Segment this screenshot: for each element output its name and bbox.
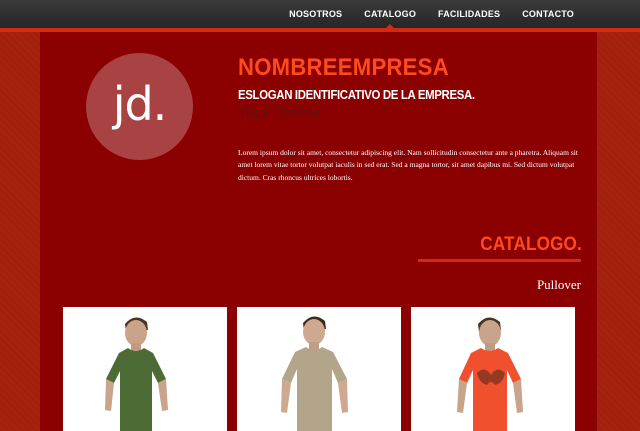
company-name: NOMBREEMPRESA bbox=[238, 54, 449, 81]
nav-contacto[interactable]: CONTACTO bbox=[511, 0, 585, 28]
company-description: Lorem ipsum dolor sit amet, consectetur … bbox=[238, 148, 578, 182]
category-label: Pullover bbox=[536, 277, 581, 292]
logo-text: jd. bbox=[112, 76, 168, 131]
nav-catalogo[interactable]: CATALOGO bbox=[353, 0, 427, 28]
catalog-heading: CATALOGO. bbox=[480, 234, 582, 255]
product-image-beige-tshirt bbox=[281, 316, 348, 431]
nav-facilidades[interactable]: FACILIDADES bbox=[427, 0, 511, 28]
product-card-orange[interactable] bbox=[411, 307, 575, 431]
company-logo[interactable]: jd. bbox=[86, 53, 193, 160]
company-slogan: ESLOGAN IDENTIFICATIVO DE LA EMPRESA. bbox=[238, 87, 475, 102]
product-card-green[interactable] bbox=[63, 307, 227, 431]
main-nav: NOSOTROS CATALOGO FACILIDADES CONTACTO bbox=[278, 0, 585, 28]
company-phone: TELF:759854 bbox=[238, 105, 321, 120]
product-image-orange-tshirt bbox=[457, 317, 523, 431]
top-navigation-bar: NOSOTROS CATALOGO FACILIDADES CONTACTO bbox=[0, 0, 640, 28]
nav-nosotros[interactable]: NOSOTROS bbox=[278, 0, 353, 28]
product-image-green-tshirt bbox=[105, 317, 168, 431]
product-card-beige[interactable] bbox=[237, 307, 401, 431]
catalog-underline bbox=[418, 259, 581, 262]
